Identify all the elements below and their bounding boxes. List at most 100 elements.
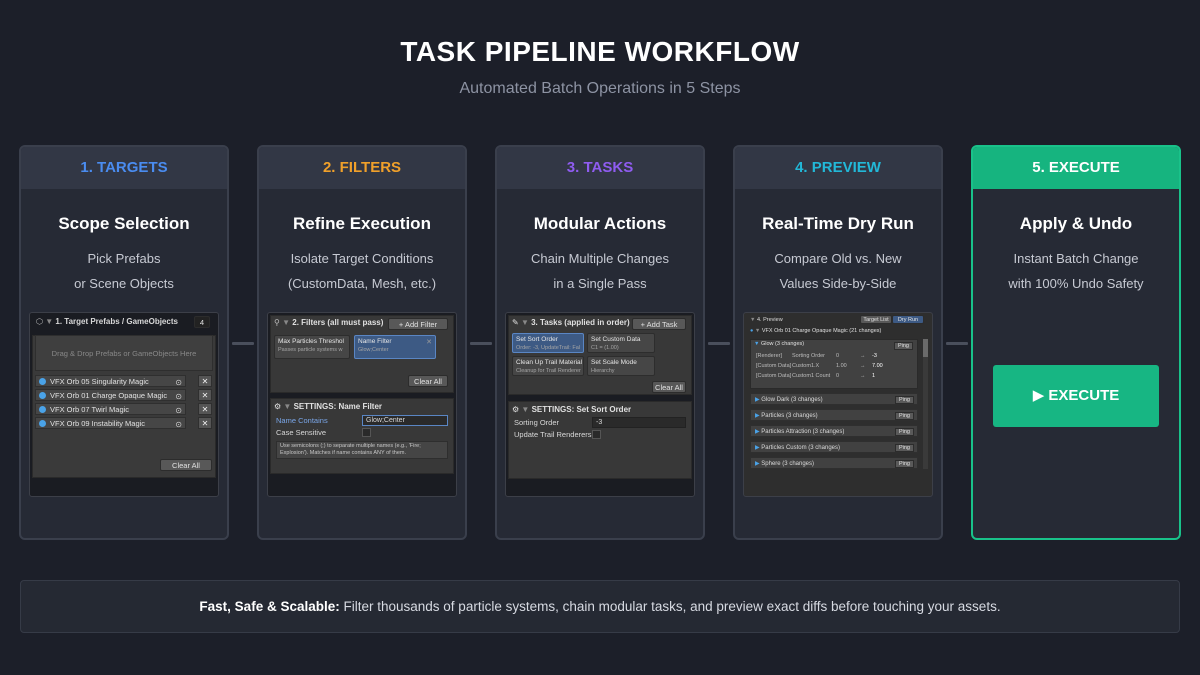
- change-old: 1.00: [836, 363, 847, 369]
- change-prop: Sorting Order: [792, 353, 826, 359]
- task-card[interactable]: Set Scale Mode Hierarchy: [587, 356, 655, 376]
- target-item[interactable]: VFX Orb 07 Twirl Magic ⊙: [35, 403, 186, 415]
- task-card[interactable]: Set Custom Data C1 = (1.00): [587, 333, 655, 353]
- connector: [946, 342, 968, 345]
- change-old: 0: [836, 373, 840, 379]
- preview-title-text: 4. Preview: [756, 317, 783, 323]
- change-tag: [Custom Data]: [756, 363, 792, 369]
- preview-group-row[interactable]: ▶ Particles (3 changes) Ping: [750, 409, 918, 421]
- tab-dry-run[interactable]: Dry Run: [892, 315, 924, 324]
- wrench-icon: ✎: [512, 318, 519, 327]
- name-contains-input[interactable]: Glow;Center: [362, 415, 448, 426]
- close-icon[interactable]: ✕: [426, 338, 432, 346]
- prefab-icon: [39, 420, 46, 427]
- clear-all-button[interactable]: Clear All: [408, 375, 448, 387]
- step-desc-line: Instant Batch Change: [1013, 251, 1139, 266]
- settings-title-text: SETTINGS: Name Filter: [293, 402, 383, 411]
- ping-button[interactable]: Ping: [893, 342, 913, 350]
- target-item[interactable]: VFX Orb 05 Singularity Magic ⊙: [35, 375, 186, 387]
- settings-title-text: SETTINGS: Set Sort Order: [531, 405, 632, 414]
- step-desc-line: with 100% Undo Safety: [1008, 276, 1144, 291]
- filters-panel-title: ⚲ ▼ 2. Filters (all must pass): [274, 318, 384, 327]
- ping-button[interactable]: Ping: [894, 460, 914, 468]
- clear-all-button[interactable]: Clear All: [652, 381, 686, 393]
- preview-group-row[interactable]: ▶ Particles Custom (3 changes) Ping: [750, 441, 918, 453]
- preview-panel-title: ▼ 4. Preview: [750, 317, 783, 323]
- preview-group-row[interactable]: ▶ Glow Dark (3 changes) Ping: [750, 393, 918, 405]
- change-new: 7.00: [872, 363, 883, 369]
- filter-icon: ⚲: [274, 318, 280, 327]
- step-card-execute: 5. EXECUTE Apply & Undo Instant Batch Ch…: [971, 145, 1181, 540]
- ping-button[interactable]: Ping: [894, 396, 914, 404]
- target-icon[interactable]: ⊙: [175, 391, 182, 402]
- filters-title-text: 2. Filters (all must pass): [292, 318, 384, 327]
- sorting-order-input[interactable]: -3: [592, 417, 686, 428]
- filter-card[interactable]: Max Particles Threshol Passes particle s…: [274, 335, 350, 359]
- clear-all-button[interactable]: Clear All: [160, 459, 212, 471]
- target-icon[interactable]: ⊙: [175, 377, 182, 388]
- tasks-title-text: 3. Tasks (applied in order): [531, 318, 630, 327]
- step-description: Compare Old vs. New Values Side-by-Side: [735, 246, 941, 296]
- ping-button[interactable]: Ping: [894, 428, 914, 436]
- remove-target-button[interactable]: ✕: [198, 417, 212, 429]
- step-label-targets: 1. TARGETS: [21, 147, 227, 189]
- footer-banner: Fast, Safe & Scalable: Filter thousands …: [20, 580, 1180, 633]
- prefab-icon: [39, 406, 46, 413]
- target-item-name: VFX Orb 05 Singularity Magic: [50, 377, 149, 386]
- page-title: TASK PIPELINE WORKFLOW: [400, 36, 800, 67]
- task-name: Clean Up Trail Material: [516, 359, 583, 366]
- tab-target-list[interactable]: Target List: [860, 315, 892, 324]
- group-label: Particles Attraction (3 changes): [761, 429, 845, 435]
- change-old: 0: [836, 353, 840, 359]
- task-card-selected[interactable]: Set Sort Order Order: -3, UpdateTrail: F…: [512, 333, 584, 353]
- play-icon: ▶: [1032, 387, 1045, 404]
- target-icon[interactable]: ⊙: [175, 405, 182, 416]
- footer-bold: Fast, Safe & Scalable:: [199, 599, 340, 614]
- step-card-tasks: 3. TASKS Modular Actions Chain Multiple …: [495, 145, 705, 540]
- add-filter-button[interactable]: + Add Filter: [388, 318, 448, 330]
- step-card-targets: 1. TARGETS Scope Selection Pick Prefabs …: [19, 145, 229, 540]
- targets-panel-screenshot: ⬡ ▼ 1. Target Prefabs / GameObjects 4 Dr…: [29, 312, 219, 497]
- step-heading: Apply & Undo: [1019, 214, 1133, 233]
- remove-target-button[interactable]: ✕: [198, 375, 212, 387]
- connector: [232, 342, 254, 345]
- step-description: Isolate Target Conditions (CustomData, M…: [259, 246, 465, 296]
- task-name: Set Sort Order: [516, 336, 558, 343]
- help-box: Use semicolons (;) to separate multiple …: [276, 441, 448, 459]
- step-label-filters: 2. FILTERS: [259, 147, 465, 189]
- task-summary: C1 = (1.00): [591, 345, 619, 351]
- scrollbar[interactable]: [923, 339, 928, 469]
- remove-target-button[interactable]: ✕: [198, 389, 212, 401]
- step-desc-line: Chain Multiple Changes: [530, 251, 670, 266]
- tasks-panel-title: ✎ ▼ 3. Tasks (applied in order): [512, 318, 630, 327]
- glow-group-title[interactable]: ▼ Glow (3 changes): [754, 341, 804, 347]
- target-item-name: VFX Orb 07 Twirl Magic: [50, 405, 130, 414]
- gear-icon: ⚙: [274, 402, 282, 411]
- execute-button[interactable]: ▶ EXECUTE: [993, 365, 1159, 427]
- ping-button[interactable]: Ping: [894, 444, 914, 452]
- add-task-button[interactable]: + Add Task: [632, 318, 686, 330]
- filter-card-selected[interactable]: Name Filter Glow;Center ✕: [354, 335, 436, 359]
- ping-button[interactable]: Ping: [894, 412, 914, 420]
- task-card[interactable]: Clean Up Trail Material Cleanup for Trai…: [512, 356, 584, 376]
- step-label-preview: 4. PREVIEW: [735, 147, 941, 189]
- step-heading: Real-Time Dry Run: [762, 214, 914, 233]
- drop-zone[interactable]: Drag & Drop Prefabs or GameObjects Here: [35, 335, 213, 371]
- arrow-icon: →: [860, 363, 866, 369]
- update-trail-checkbox[interactable]: [592, 430, 601, 439]
- remove-target-button[interactable]: ✕: [198, 403, 212, 415]
- step-desc-line: Pick Prefabs: [87, 251, 161, 266]
- preview-panel-screenshot: ▼ 4. Preview Target List Dry Run ● ▼ VFX…: [743, 312, 933, 497]
- preview-group-row[interactable]: ▶ Sphere (3 changes) Ping: [750, 457, 918, 469]
- target-item-name: VFX Orb 09 Instability Magic: [50, 419, 146, 428]
- preview-group-row[interactable]: ▶ Particles Attraction (3 changes) Ping: [750, 425, 918, 437]
- target-item[interactable]: VFX Orb 09 Instability Magic ⊙: [35, 417, 186, 429]
- target-item[interactable]: VFX Orb 01 Charge Opaque Magic ⊙: [35, 389, 186, 401]
- settings-title: ⚙ ▼ SETTINGS: Set Sort Order: [512, 405, 632, 414]
- target-icon[interactable]: ⊙: [175, 419, 182, 430]
- group-label: Particles (3 changes): [761, 413, 818, 419]
- update-trail-label: Update Trail Renderers: [514, 430, 592, 439]
- step-heading: Modular Actions: [533, 214, 667, 233]
- task-summary: Order: -3, UpdateTrail: Fal: [516, 345, 580, 351]
- case-sensitive-checkbox[interactable]: [362, 428, 371, 437]
